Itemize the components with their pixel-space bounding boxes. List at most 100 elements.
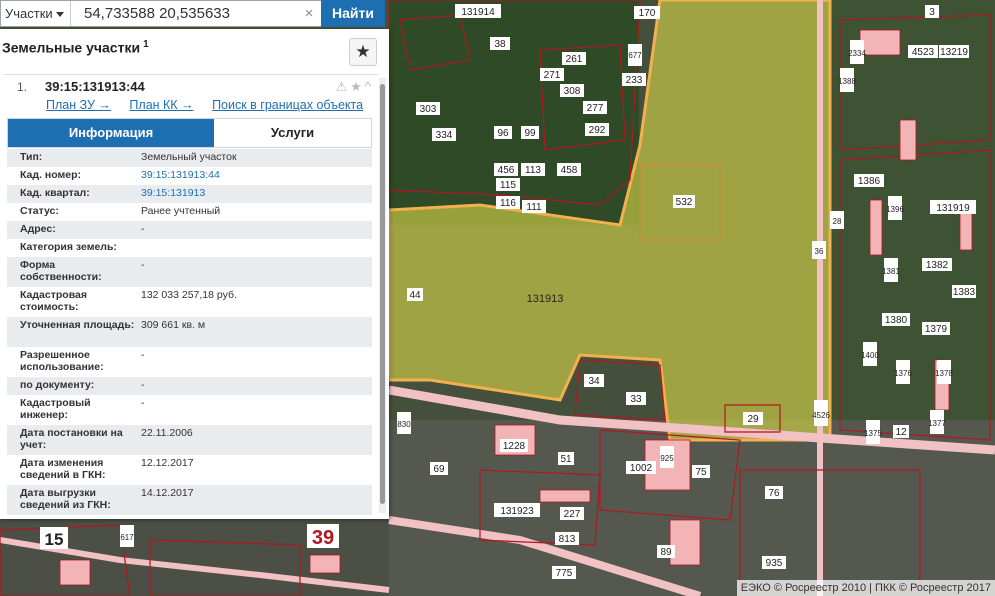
map-label: 111 [526, 202, 542, 213]
map-label: 334 [436, 130, 453, 141]
map-label: 227 [564, 509, 581, 520]
info-value: - [141, 349, 145, 361]
map-label: 99 [524, 128, 536, 139]
map-label: 1382 [926, 260, 949, 271]
result-actions-icon[interactable]: ⚠★^ [336, 79, 374, 95]
map-label: 2334 [848, 49, 866, 58]
info-row: Дата изменения сведений в ГКН: 12.12.2017 [7, 455, 372, 485]
map-label: 1396 [886, 205, 904, 214]
info-key: Статус: [20, 205, 59, 217]
favorite-button[interactable]: ★ [349, 38, 377, 66]
tab-services[interactable]: Услуги [214, 119, 371, 147]
map-label: 617 [120, 533, 134, 542]
info-key: Адрес: [20, 223, 56, 235]
map-label: 131919 [936, 203, 970, 214]
find-button[interactable]: Найти [321, 0, 385, 27]
map-label: 33 [630, 394, 642, 405]
map-label: 15 [45, 530, 64, 549]
info-row: по документу: - [7, 377, 372, 395]
map-label: 51 [560, 454, 572, 465]
map-label: 89 [660, 547, 672, 558]
panel-title: Земельные участки 1 [2, 39, 149, 56]
info-row: Уточненная площадь: 309 661 кв. м [7, 317, 372, 347]
info-value: Земельный участок [141, 151, 237, 163]
cad-number-link[interactable]: 39:15:131913:44 [141, 169, 220, 181]
search-type-label: Участки [5, 6, 53, 21]
map-label: 131913 [527, 293, 564, 305]
info-row: Кадастровая стоимость: 132 033 257,18 руб… [7, 287, 372, 317]
map-label: 131914 [461, 7, 495, 18]
panel-title-text: Земельные участки [2, 39, 141, 56]
map-label: 1383 [953, 287, 976, 298]
info-key: по документу: [20, 379, 95, 391]
map-label: 113 [525, 165, 541, 176]
map-label: 44 [409, 290, 421, 301]
info-key: Кад. квартал: [20, 187, 90, 199]
clear-icon[interactable]: × [299, 1, 319, 26]
scrollbar-thumb[interactable] [380, 84, 385, 504]
info-value: 12.12.2017 [141, 457, 194, 469]
info-table: Тип: Земельный участок Кад. номер: 39:15:1… [7, 149, 372, 515]
info-value: 14.12.2017 [141, 487, 194, 499]
info-row: Форма собственности: - [7, 257, 372, 287]
map-label: 1379 [925, 324, 948, 335]
info-value: 132 033 257,18 руб. [141, 289, 237, 301]
info-key: Разрешенное использование: [20, 349, 104, 373]
map-label: 775 [556, 568, 573, 579]
result-header[interactable]: 1. 39:15:131913:44 ⚠★^ [3, 74, 378, 95]
map-label: 925 [660, 454, 674, 463]
info-row: Дата выгрузки сведений из ГКН: 14.12.2017 [7, 485, 372, 515]
map-label: 830 [397, 420, 411, 429]
map-label: 458 [561, 165, 578, 176]
map-label: 1376 [894, 369, 912, 378]
info-value: Ранее учтенный [141, 205, 221, 217]
info-row: Кадастровый инженер: - [7, 395, 372, 425]
map-label: 935 [766, 558, 783, 569]
map-label: 1388 [838, 77, 856, 86]
info-row: Категория земель: [7, 239, 372, 257]
info-row: Кад. номер: 39:15:131913:44 [7, 167, 372, 185]
info-row: Адрес: - [7, 221, 372, 239]
info-value: 309 661 кв. м [141, 319, 206, 331]
map-label: 1380 [885, 315, 908, 326]
plan-kk-link[interactable]: План КК → [129, 98, 193, 112]
map-credits: ЕЭКО © Росреестр 2010 | ПКК © Росреестр … [736, 580, 995, 596]
info-key: Дата постановки на учет: [20, 427, 123, 451]
map-label: 1400 [861, 351, 879, 360]
map-label: 170 [639, 8, 656, 19]
chevron-down-icon [56, 12, 64, 17]
map-label: 1386 [858, 176, 881, 187]
search-type-dropdown[interactable]: Участки [1, 1, 71, 26]
info-key: Дата изменения сведений в ГКН: [20, 457, 106, 481]
info-key: Кадастровая стоимость: [20, 289, 87, 313]
map-label: 38 [494, 39, 506, 50]
info-key: Уточненная площадь: [20, 319, 135, 331]
info-row: Дата постановки на учет: 22.11.2006 [7, 425, 372, 455]
map-label: 36 [815, 247, 824, 256]
map-label: 1002 [630, 463, 653, 474]
map-label: 96 [497, 128, 509, 139]
map-label: 1228 [503, 441, 526, 452]
map-label: 308 [564, 86, 581, 97]
info-value: - [141, 223, 145, 235]
map-label: 29 [747, 414, 759, 425]
map-label: 1377 [928, 419, 946, 428]
map-label: 292 [589, 125, 606, 136]
map-label: 75 [695, 467, 707, 478]
info-panel: Земельные участки 1 ★ 1. 39:15:131913:44 … [0, 29, 389, 519]
map-label: 76 [768, 488, 780, 499]
map-label: 271 [544, 70, 561, 81]
cad-quarter-link[interactable]: 39:15:131913 [141, 187, 205, 199]
result-count: 1 [143, 39, 149, 50]
star-icon: ★ [355, 42, 371, 61]
search-input[interactable] [72, 1, 322, 26]
plan-zu-link[interactable]: План ЗУ → [46, 98, 111, 112]
map-label: 303 [420, 104, 437, 115]
info-value: 22.11.2006 [141, 427, 193, 439]
panel-scrollbar[interactable] [379, 78, 386, 513]
info-row: Разрешенное использование: - [7, 347, 372, 377]
map-label: 532 [676, 197, 693, 208]
tab-info[interactable]: Информация [8, 119, 214, 147]
map-label: 261 [566, 54, 583, 65]
info-key: Категория земель: [20, 241, 117, 253]
